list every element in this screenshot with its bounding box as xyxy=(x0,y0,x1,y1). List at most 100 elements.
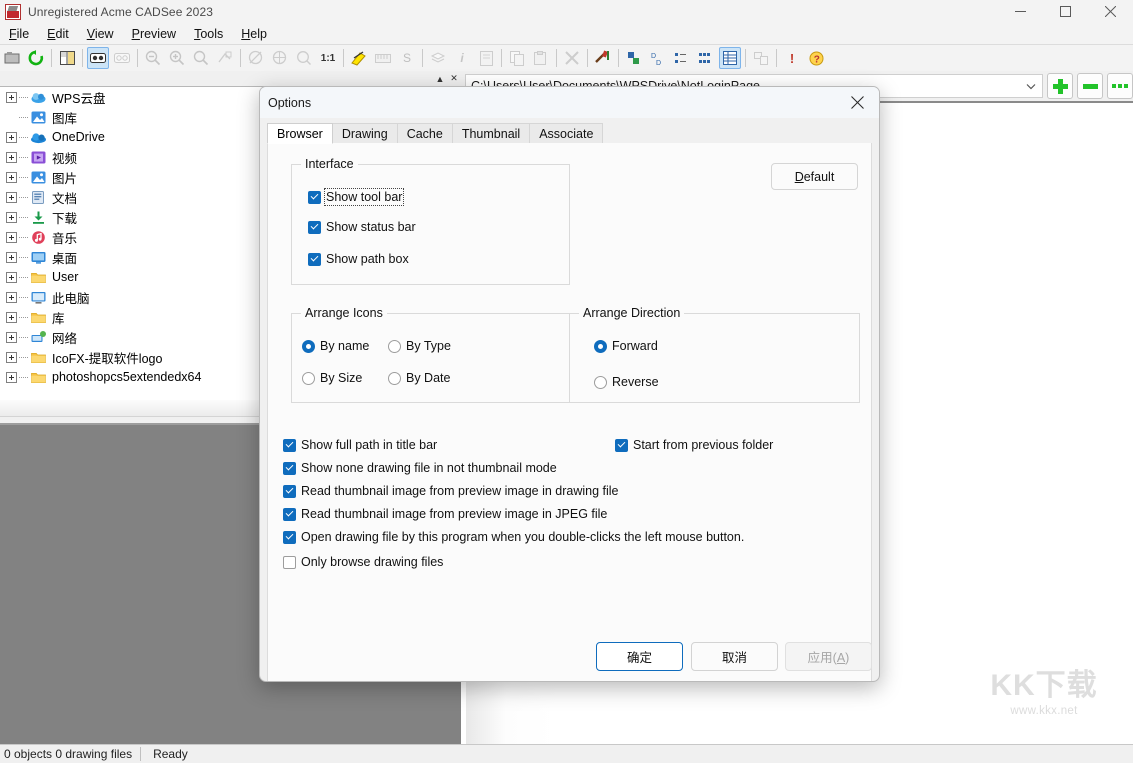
thumbnail-view-icon[interactable] xyxy=(87,47,109,69)
refresh-icon[interactable] xyxy=(25,47,47,69)
menu-tools[interactable]: Tools xyxy=(185,26,232,42)
tab-thumbnail[interactable]: Thumbnail xyxy=(452,123,530,144)
info-icon[interactable]: i xyxy=(451,47,473,69)
menu-help[interactable]: Help xyxy=(232,26,276,42)
batch-print-icon[interactable]: DD xyxy=(647,47,669,69)
toolbar-separator xyxy=(240,49,241,67)
cancel-button[interactable]: 取消 xyxy=(691,642,778,671)
checkbox-show-path-box[interactable]: Show path box xyxy=(308,252,409,266)
collapse-pane-button[interactable]: ▲ xyxy=(433,72,447,86)
paste-icon[interactable] xyxy=(530,47,552,69)
expand-icon[interactable] xyxy=(6,172,17,183)
tab-cache[interactable]: Cache xyxy=(397,123,453,144)
close-icon[interactable] xyxy=(835,87,879,118)
checkbox-show-status-bar[interactable]: Show status bar xyxy=(308,220,416,234)
menu-view[interactable]: View xyxy=(78,26,123,42)
zoom-fit-icon[interactable] xyxy=(190,47,212,69)
checkbox-label: Read thumbnail image from preview image … xyxy=(301,484,619,498)
checkbox-only-browse-drawing-files[interactable]: Only browse drawing files xyxy=(283,555,443,569)
delete-icon[interactable] xyxy=(561,47,583,69)
alert-icon[interactable]: ! xyxy=(781,47,803,69)
folder-icon xyxy=(30,310,47,325)
expand-icon[interactable] xyxy=(6,292,17,303)
checkbox-open-drawing-file-double-click[interactable]: Open drawing file by this program when y… xyxy=(283,530,744,544)
tree-connector xyxy=(19,217,28,218)
expand-icon[interactable] xyxy=(6,192,17,203)
tree-item-label: photoshopcs5extendedx64 xyxy=(52,370,201,384)
ok-button[interactable]: 确定 xyxy=(596,642,683,671)
checkbox-read-thumbnail-jpeg-file[interactable]: Read thumbnail image from preview image … xyxy=(283,507,607,521)
radio-by-size[interactable]: By Size xyxy=(302,371,362,385)
expand-icon[interactable] xyxy=(6,332,17,343)
menu-edit[interactable]: Edit xyxy=(38,26,78,42)
expand-icon[interactable] xyxy=(6,312,17,323)
checkbox-show-none-drawing-file[interactable]: Show none drawing file in not thumbnail … xyxy=(283,461,557,475)
tools-icon[interactable] xyxy=(592,47,614,69)
music-icon xyxy=(30,230,47,245)
expand-icon[interactable] xyxy=(6,232,17,243)
zoom-actual-size-icon[interactable]: 1:1 xyxy=(317,47,339,69)
close-button[interactable] xyxy=(1088,0,1133,23)
radio-by-name[interactable]: By name xyxy=(302,339,369,353)
more-options-button[interactable] xyxy=(1107,73,1133,99)
properties-icon[interactable] xyxy=(475,47,497,69)
rename-icon[interactable] xyxy=(750,47,772,69)
pan-icon[interactable] xyxy=(214,47,236,69)
close-pane-button[interactable]: ✕ xyxy=(447,72,461,86)
add-favorite-button[interactable] xyxy=(1047,73,1073,99)
status-separator xyxy=(140,747,141,761)
default-button[interactable]: Default xyxy=(771,163,858,190)
copy-icon[interactable] xyxy=(506,47,528,69)
tab-drawing[interactable]: Drawing xyxy=(332,123,398,144)
radio-reverse[interactable]: Reverse xyxy=(594,375,659,389)
tree-connector xyxy=(19,317,28,318)
zoom-window-icon[interactable] xyxy=(245,47,267,69)
checkbox-indicator xyxy=(283,462,296,475)
tab-associate[interactable]: Associate xyxy=(529,123,603,144)
expand-icon[interactable] xyxy=(6,132,17,143)
batch-convert-icon[interactable] xyxy=(623,47,645,69)
apply-button-label: 应用(A) xyxy=(808,647,850,666)
menu-file[interactable]: File xyxy=(0,26,38,42)
checkbox-read-thumbnail-drawing-file[interactable]: Read thumbnail image from preview image … xyxy=(283,484,619,498)
plus-icon xyxy=(1053,79,1068,94)
zoom-all-icon[interactable] xyxy=(269,47,291,69)
expand-icon[interactable] xyxy=(6,92,17,103)
details-view-icon[interactable] xyxy=(719,47,741,69)
minimize-button[interactable] xyxy=(998,0,1043,23)
radio-by-type[interactable]: By Type xyxy=(388,339,451,353)
remove-favorite-button[interactable] xyxy=(1077,73,1103,99)
apply-button[interactable]: 应用(A) xyxy=(785,642,872,671)
measure-icon[interactable] xyxy=(348,47,370,69)
expand-icon[interactable] xyxy=(6,152,17,163)
zoom-out-icon[interactable] xyxy=(142,47,164,69)
expand-icon[interactable] xyxy=(6,272,17,283)
chevron-down-icon[interactable] xyxy=(1020,75,1042,97)
radio-forward[interactable]: Forward xyxy=(594,339,658,353)
tree-item-label: 音乐 xyxy=(52,228,77,247)
layers-icon[interactable] xyxy=(427,47,449,69)
layout-split-icon[interactable] xyxy=(56,47,78,69)
expand-icon[interactable] xyxy=(6,372,17,383)
snap-icon[interactable]: S xyxy=(396,47,418,69)
list-icon[interactable] xyxy=(695,47,717,69)
zoom-previous-icon[interactable] xyxy=(293,47,315,69)
checkbox-show-full-path-in-title-bar[interactable]: Show full path in title bar xyxy=(283,438,437,452)
expand-icon[interactable] xyxy=(6,252,17,263)
menu-preview[interactable]: Preview xyxy=(123,26,185,42)
radio-by-date[interactable]: By Date xyxy=(388,371,450,385)
tab-browser[interactable]: Browser xyxy=(267,123,333,144)
small-icons-icon[interactable] xyxy=(671,47,693,69)
folder-icon xyxy=(30,370,47,385)
maximize-button[interactable] xyxy=(1043,0,1088,23)
detail-view-icon[interactable] xyxy=(111,47,133,69)
expand-icon[interactable] xyxy=(6,212,17,223)
checkbox-show-tool-bar[interactable]: Show tool bar xyxy=(308,190,402,204)
open-folder-icon[interactable] xyxy=(1,47,23,69)
expand-icon[interactable] xyxy=(6,352,17,363)
checkbox-start-from-previous-folder[interactable]: Start from previous folder xyxy=(615,438,773,452)
ruler-icon[interactable] xyxy=(372,47,394,69)
tree-connector xyxy=(19,157,28,158)
help-icon[interactable]: ? xyxy=(805,47,827,69)
zoom-in-icon[interactable] xyxy=(166,47,188,69)
